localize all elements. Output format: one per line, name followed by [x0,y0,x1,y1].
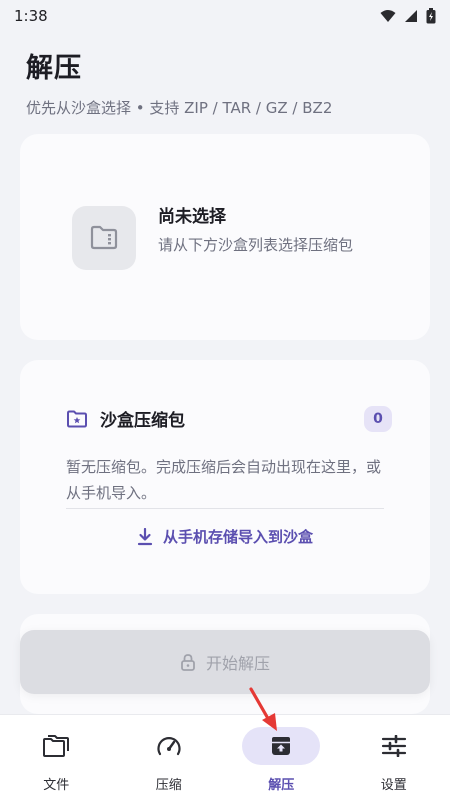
status-bar: 1:38 [0,0,450,32]
page-subtitle: 优先从沙盒选择 • 支持 ZIP / TAR / GZ / BZ2 [26,99,333,117]
divider [66,508,384,509]
page-header: 解压 优先从沙盒选择 • 支持 ZIP / TAR / GZ / BZ2 [26,46,332,118]
folder-icon [43,735,70,757]
nav-item-compress[interactable]: 压缩 [113,715,226,800]
wifi-icon [380,10,396,22]
nav-label-files: 文件 [43,778,70,793]
nav-item-files[interactable]: 文件 [0,715,113,800]
import-from-phone-button[interactable]: 从手机存储导入到沙盒 [20,526,430,547]
sandbox-title: 沙盒压缩包 [100,411,185,431]
nav-label-extract: 解压 [268,778,295,793]
page-title: 解压 [26,53,82,84]
status-icons [380,8,436,24]
battery-icon [426,8,436,24]
nav-label-compress: 压缩 [155,778,182,793]
start-extract-button[interactable]: 开始解压 [20,630,430,694]
sandbox-count-badge: 0 [364,406,392,432]
status-time: 1:38 [14,7,48,25]
nav-icon-wrap [130,727,208,765]
gauge-icon [157,737,181,756]
starred-folder-icon [67,410,87,427]
nav-item-settings[interactable]: 设置 [338,715,450,800]
signal-icon [405,10,417,22]
nav-label-settings: 设置 [380,778,407,793]
file-placeholder [72,206,136,270]
start-extract-label: 开始解压 [205,654,270,673]
lock-icon [181,654,195,671]
selection-description: 请从下方沙盒列表选择压缩包 [158,236,354,254]
download-icon [137,527,153,545]
sandbox-card: 沙盒压缩包 0 暂无压缩包。完成压缩后会自动出现在这里，或从手机导入。 从手机存… [20,360,430,594]
nav-icon-wrap [17,727,95,765]
pointer-arrow-annotation [249,687,277,731]
selection-card[interactable]: 尚未选择 请从下方沙盒列表选择压缩包 [20,134,430,340]
sandbox-empty-text: 暂无压缩包。完成压缩后会自动出现在这里，或从手机导入。 [66,458,382,502]
sandbox-header: 沙盒压缩包 [66,406,185,431]
archive-icon [272,737,291,755]
nav-icon-wrap [355,727,433,765]
zip-folder-icon [90,225,118,250]
selection-title: 尚未选择 [158,207,226,227]
import-label: 从手机存储导入到沙盒 [162,528,313,546]
bottom-nav: 文件 压缩 解压 设置 [0,714,450,800]
sliders-icon [381,735,406,757]
